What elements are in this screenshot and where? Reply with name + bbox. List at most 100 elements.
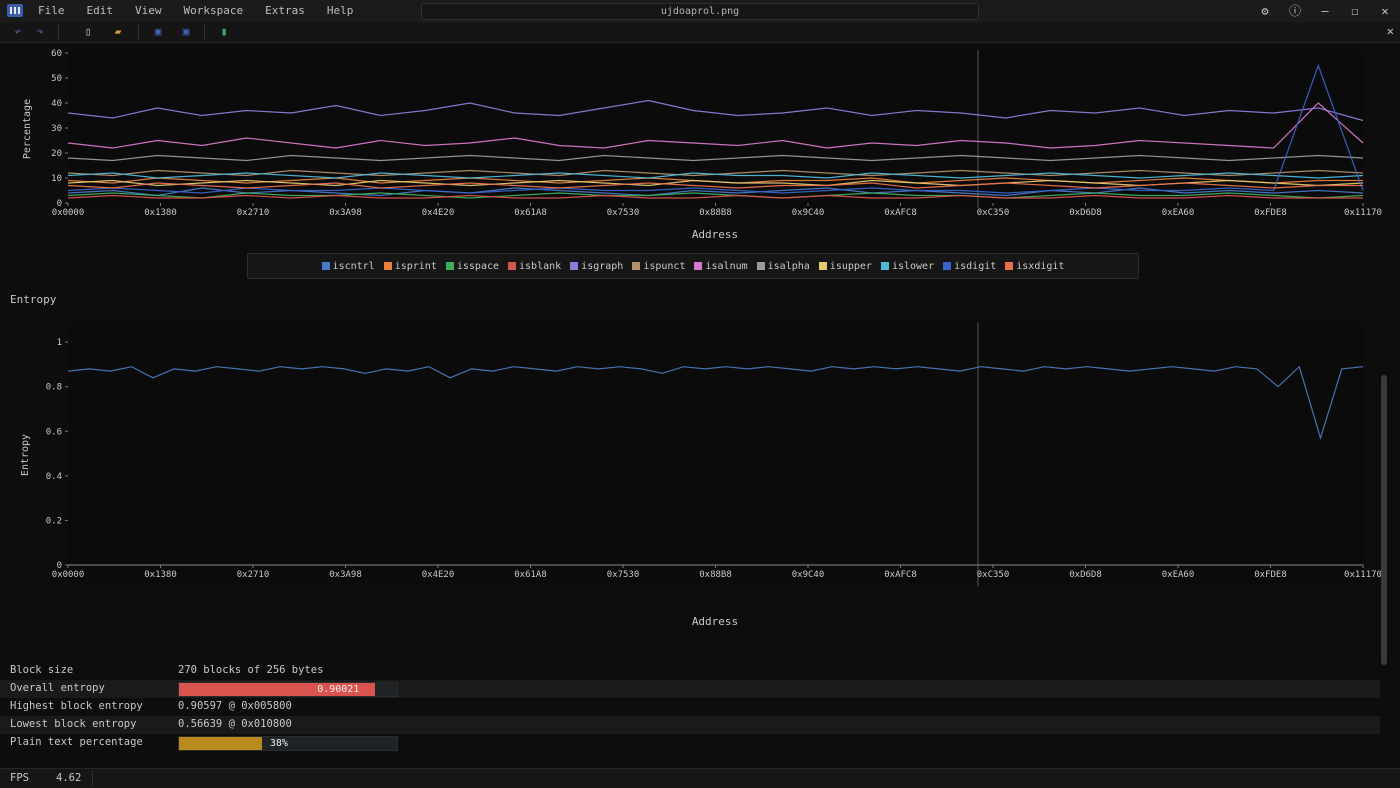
entropy-stats: Block size 270 blocks of 256 bytes Overa… [0,662,1380,752]
x-tick-label: 0x1380 [144,208,177,218]
legend-label: isgraph [581,260,624,272]
overall-entropy-value: 0.90021 [317,684,360,695]
toolbar-separator [58,25,59,39]
toolbar-separator [138,25,139,39]
x-tick-label: 0x61A8 [514,570,547,580]
legend-label: isupper [829,260,872,272]
status-bar: FPS 4.62 [0,768,1400,788]
stat-label: Overall entropy [10,682,105,694]
menu-view[interactable]: View [135,4,162,17]
imhex-logo-icon[interactable] [6,3,24,18]
legend-label: islower [891,260,935,272]
x-tick-label: 0x3A98 [329,208,362,218]
legend-swatch [321,262,330,270]
stat-label: Block size [10,664,74,676]
x-tick-label: 0x61A8 [514,208,547,218]
y-tick-label: 40 [51,99,62,109]
legend-swatch [694,262,703,270]
legend-item-islower[interactable]: islower [880,260,935,272]
y-tick-label: 50 [51,74,62,84]
legend-item-isdigit[interactable]: isdigit [943,261,996,272]
chart-legend: iscntrl isprint isspace isblank isgraph ispun… [247,253,1139,279]
overall-entropy-bar: 0.90021 [178,682,398,697]
legend-item-isalpha[interactable]: isalpha [756,260,810,272]
maximize-icon[interactable]: ☐ [1340,0,1370,22]
x-tick-label: 0x11170 [1344,570,1382,580]
plain-text-value: 38% [269,738,288,749]
x-tick-label: 0xC350 [977,570,1010,580]
close-view-icon[interactable]: ✕ [1387,24,1394,38]
x-tick-label: 0xEA60 [1162,570,1195,580]
undo-icon[interactable]: ↶ [10,24,26,40]
new-file-icon[interactable]: ▯ [80,24,96,40]
y-tick-label: 0.6 [46,427,62,437]
stat-label: Plain text percentage [10,736,143,748]
stat-value: 270 blocks of 256 bytes [178,664,324,676]
x-tick-label: 0x4E20 [422,208,455,218]
info-icon[interactable]: ⓘ [1280,0,1310,22]
x-tick-label: 0xAFC8 [884,570,917,580]
legend-label: isspace [456,260,500,272]
legend-swatch [445,262,454,270]
menu-workspace[interactable]: Workspace [184,4,244,17]
legend-item-isalnum[interactable]: isalnum [694,260,748,272]
vertical-scrollbar[interactable] [1381,375,1387,665]
legend-item-iscntrl[interactable]: iscntrl [321,260,375,272]
menu-edit[interactable]: Edit [87,4,114,17]
legend-item-isupper[interactable]: isupper [818,260,872,272]
x-tick-label: 0x9C40 [792,570,825,580]
legend-item-isblank[interactable]: isblank [508,261,561,272]
legend-item-isspace[interactable]: isspace [445,260,500,272]
y-axis-label: Entropy [20,434,31,476]
open-folder-icon[interactable]: ▰ [110,24,126,40]
close-icon[interactable]: ✕ [1370,0,1400,22]
title-bar: File Edit View Workspace Extras Help ujd… [0,0,1400,23]
x-axis-label: Address [692,228,738,241]
legend-swatch [570,262,579,270]
minimize-icon[interactable]: — [1310,0,1340,22]
x-tick-label: 0x9C40 [792,208,825,218]
save-as-icon[interactable]: ▣ [178,24,194,40]
plain-text-bar-fill [179,737,262,750]
legend-label: iscntrl [332,260,375,272]
entropy-section-title: Entropy [10,293,57,306]
bookmark-icon[interactable]: ▮ [216,24,232,40]
plot-area [68,323,1363,586]
x-tick-label: 0x11170 [1344,208,1382,218]
legend-swatch [943,262,952,270]
fps-value: 4.62 [56,772,82,784]
stat-row-lowest-entropy: Lowest block entropy 0.56639 @ 0x010800 [0,716,1380,734]
legend-swatch [818,262,827,270]
settings-icon[interactable]: ⚙ [1250,0,1280,22]
legend-label: isalnum [705,260,748,272]
x-tick-label: 0x1380 [144,570,177,580]
legend-item-isxdigit[interactable]: isxdigit [1005,261,1064,272]
legend-swatch [1005,262,1014,270]
y-tick-label: 30 [51,124,62,134]
legend-swatch [632,262,641,270]
legend-label: isalpha [767,260,810,272]
x-tick-label: 0x0000 [52,570,85,580]
status-separator [92,771,93,786]
legend-item-isgraph[interactable]: isgraph [570,261,623,272]
menu-file[interactable]: File [38,4,65,17]
redo-icon[interactable]: ↷ [32,24,48,40]
x-tick-label: 0x88B8 [699,208,732,218]
save-icon[interactable]: ▣ [150,24,166,40]
window-title: ujdoaprol.png [421,3,979,20]
entropy-chart: 10.80.60.40.20 0x0000 0x1380 0x2710 0x3A98 0… [20,323,1382,628]
x-tick-label: 0x3A98 [329,570,362,580]
y-tick-label: 20 [51,149,62,159]
legend-item-isprint[interactable]: isprint [383,261,437,272]
toolbar-separator [204,25,205,39]
legend-swatch [508,262,517,270]
stat-row-highest-entropy: Highest block entropy 0.90597 @ 0x005800 [0,698,1380,716]
x-tick-label: 0x2710 [237,570,270,580]
menu-extras[interactable]: Extras [265,4,305,17]
menu-help[interactable]: Help [327,4,354,17]
y-tick-label: 1 [57,338,62,348]
y-tick-label: 60 [51,49,62,59]
y-tick-label: 0.8 [46,383,62,393]
legend-label: isblank [519,260,562,272]
legend-item-ispunct[interactable]: ispunct [632,261,685,272]
